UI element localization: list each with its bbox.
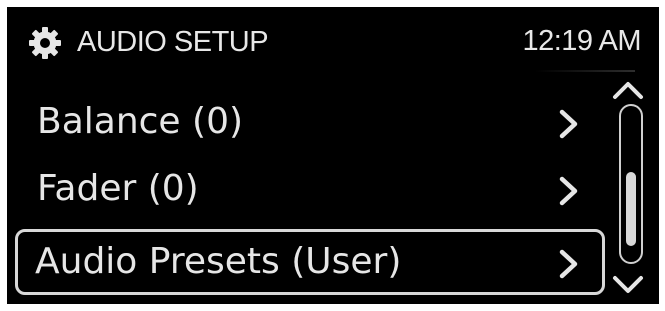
menu-item-fader[interactable]: Fader (0) [15, 158, 605, 218]
gear-icon [29, 27, 61, 59]
scrollbar-thumb[interactable] [626, 172, 636, 247]
menu-item-label: Balance (0) [37, 101, 244, 142]
menu-item-balance[interactable]: Balance (0) [15, 91, 605, 151]
chevron-right-icon [559, 249, 578, 279]
page-title: AUDIO SETUP [77, 26, 269, 58]
chevron-up-icon[interactable] [611, 80, 645, 100]
menu-item-label: Audio Presets (User) [35, 241, 402, 282]
header-bar: AUDIO SETUP 12:19 AM [7, 7, 659, 77]
scrollbar-track[interactable] [619, 104, 643, 264]
menu-item-audio-presets[interactable]: Audio Presets (User) [15, 229, 605, 295]
chevron-down-icon[interactable] [611, 275, 645, 295]
chevron-right-icon [559, 109, 578, 139]
clock-time: 12:19 AM [522, 25, 641, 57]
menu-item-label: Fader (0) [37, 168, 199, 209]
header-divider [535, 70, 635, 72]
chevron-right-icon [559, 176, 578, 206]
audio-setup-screen: AUDIO SETUP 12:19 AM Balance (0) Fader (… [7, 7, 659, 304]
